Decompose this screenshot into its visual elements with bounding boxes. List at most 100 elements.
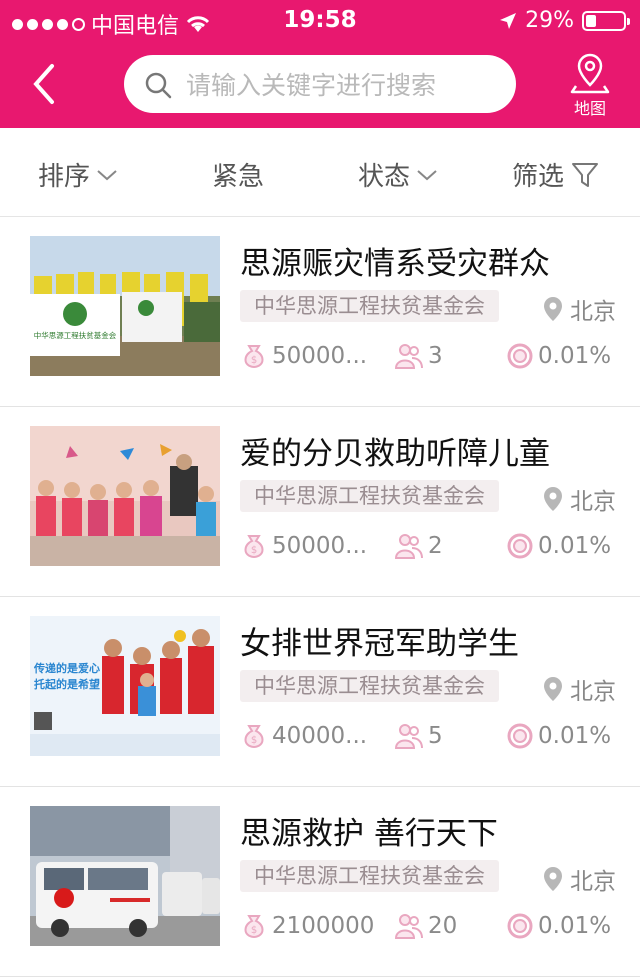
progress-stat: 0.01% <box>506 342 611 370</box>
money-bag-icon: $ <box>244 915 264 939</box>
list-item[interactable]: 传递的是爱心 托起的是希望 女排世界冠军助学生 中华思源工程扶贫基金会 北京 $… <box>0 596 640 787</box>
people-count: 5 <box>428 723 443 749</box>
amount-stat: $ 50000... <box>240 342 367 370</box>
location-label: 北京 <box>570 489 616 515</box>
list-item[interactable]: 中华思源工程扶贫基金会 思源赈灾情系受灾群众 中华思源工程扶贫基金会 北京 $ … <box>0 216 640 407</box>
svg-text:$: $ <box>251 545 257 556</box>
location-pin-icon <box>544 297 562 321</box>
organization-tag: 中华思源工程扶贫基金会 <box>240 860 499 892</box>
project-stats: $ 50000... 2 0.01% <box>240 532 640 568</box>
progress-ring-icon <box>507 913 533 939</box>
status-label: 状态 <box>358 162 411 192</box>
location-pin-icon <box>544 867 562 891</box>
people-stat: 20 <box>394 912 457 940</box>
screen-label: 筛选 <box>512 162 565 192</box>
project-image <box>30 806 220 946</box>
battery-percent: 29% <box>525 8 574 33</box>
project-stats: $ 2100000 20 0.01% <box>240 912 640 948</box>
location: 北京 <box>542 482 616 516</box>
location-pin-icon <box>544 677 562 701</box>
battery-icon <box>582 10 630 31</box>
list-item[interactable]: 爱的分贝救助听障儿童 中华思源工程扶贫基金会 北京 $ 50000... 2 0… <box>0 406 640 597</box>
amount-value: 50000... <box>272 533 368 559</box>
project-image: 传递的是爱心 托起的是希望 <box>30 616 220 756</box>
chevron-left-icon <box>33 64 54 104</box>
people-icon <box>394 534 423 559</box>
people-count: 2 <box>428 533 443 559</box>
chevron-down-icon <box>97 169 117 180</box>
screen-filter[interactable]: 筛选 <box>512 156 600 193</box>
people-stat: 5 <box>394 722 443 750</box>
location-arrow-icon <box>500 12 517 29</box>
amount-stat: $ 40000... <box>240 722 367 750</box>
svg-text:$: $ <box>251 355 257 366</box>
progress-stat: 0.01% <box>506 722 611 750</box>
location: 北京 <box>542 862 616 896</box>
chevron-down-icon <box>417 169 437 180</box>
search-box[interactable] <box>124 55 516 113</box>
organization-tag: 中华思源工程扶贫基金会 <box>240 480 499 512</box>
project-stats: $ 50000... 3 0.01% <box>240 342 640 378</box>
map-button[interactable]: 地图 <box>560 50 620 118</box>
project-title: 思源救护 善行天下 <box>240 816 498 852</box>
amount-value: 50000... <box>272 343 368 369</box>
status-filter[interactable]: 状态 <box>358 156 438 193</box>
svg-text:$: $ <box>251 925 257 936</box>
organization-tag: 中华思源工程扶贫基金会 <box>240 290 499 322</box>
progress-value: 0.01% <box>538 913 612 939</box>
people-icon <box>394 724 423 749</box>
location-label: 北京 <box>570 869 616 895</box>
amount-value: 40000... <box>272 723 368 749</box>
urgent-filter[interactable]: 紧急 <box>212 156 264 193</box>
svg-text:$: $ <box>251 735 257 746</box>
progress-ring-icon <box>507 343 533 369</box>
people-count: 3 <box>428 343 443 369</box>
money-bag-icon: $ <box>244 345 264 369</box>
progress-stat: 0.01% <box>506 532 611 560</box>
filter-bar: 排序 紧急 状态 筛选 <box>0 128 640 217</box>
progress-value: 0.01% <box>538 723 612 749</box>
progress-ring-icon <box>507 533 533 559</box>
amount-stat: $ 2100000 <box>240 912 374 940</box>
people-stat: 2 <box>394 532 443 560</box>
money-bag-icon: $ <box>244 725 264 749</box>
people-stat: 3 <box>394 342 443 370</box>
progress-stat: 0.01% <box>506 912 611 940</box>
people-icon <box>394 344 423 369</box>
banner-logo-text: 中华思源工程扶贫基金会 <box>34 330 117 340</box>
back-button[interactable] <box>28 62 68 106</box>
location-label: 北京 <box>570 679 616 705</box>
funnel-icon <box>572 162 599 187</box>
sort-filter[interactable]: 排序 <box>38 156 118 193</box>
list-item[interactable]: 思源救护 善行天下 中华思源工程扶贫基金会 北京 $ 2100000 20 0.… <box>0 786 640 977</box>
sort-label: 排序 <box>38 162 91 192</box>
search-input[interactable] <box>184 65 508 105</box>
location: 北京 <box>542 672 616 706</box>
project-title: 爱的分贝救助听障儿童 <box>240 436 550 472</box>
location: 北京 <box>542 292 616 326</box>
urgent-label: 紧急 <box>212 162 265 192</box>
map-label: 地图 <box>573 99 606 118</box>
people-icon <box>394 914 423 939</box>
amount-value: 2100000 <box>272 913 375 939</box>
status-bar: 中国电信 19:58 29% <box>0 0 640 40</box>
map-pin-icon <box>570 53 610 94</box>
people-count: 20 <box>428 913 458 939</box>
money-bag-icon: $ <box>244 535 264 559</box>
amount-stat: $ 50000... <box>240 532 367 560</box>
banner-text-1: 传递的是爱心 <box>33 661 100 675</box>
project-title: 女排世界冠军助学生 <box>240 626 519 662</box>
banner-text-2: 托起的是希望 <box>34 677 100 691</box>
search-icon <box>145 72 172 99</box>
progress-value: 0.01% <box>538 533 612 559</box>
progress-ring-icon <box>507 723 533 749</box>
project-image <box>30 426 220 566</box>
organization-tag: 中华思源工程扶贫基金会 <box>240 670 499 702</box>
project-image: 中华思源工程扶贫基金会 <box>30 236 220 376</box>
project-stats: $ 40000... 5 0.01% <box>240 722 640 758</box>
project-title: 思源赈灾情系受灾群众 <box>240 246 550 282</box>
location-pin-icon <box>544 487 562 511</box>
location-label: 北京 <box>570 299 616 325</box>
progress-value: 0.01% <box>538 343 612 369</box>
app-header: 中国电信 19:58 29% 请输入关键字进行搜索 地图 <box>0 0 640 128</box>
